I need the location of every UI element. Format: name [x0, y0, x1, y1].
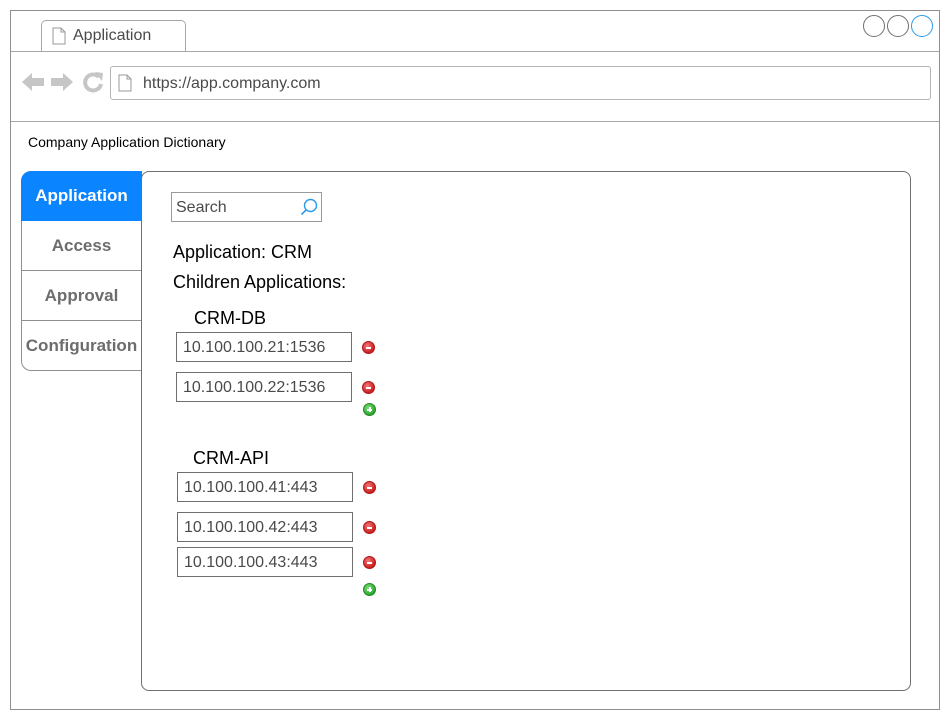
- endpoint-field[interactable]: 10.100.100.21:1536: [176, 332, 352, 362]
- page-icon: [52, 27, 66, 50]
- search-placeholder: Search: [176, 199, 227, 216]
- endpoint-field[interactable]: 10.100.100.42:443: [177, 512, 353, 542]
- search-input[interactable]: Search: [171, 192, 322, 222]
- tab-title: Application: [73, 27, 152, 44]
- endpoint-field[interactable]: 10.100.100.41:443: [177, 472, 353, 502]
- title-bar: Application: [11, 11, 939, 52]
- endpoint-value: 10.100.100.21:1536: [183, 339, 326, 356]
- tab-approval[interactable]: Approval: [21, 271, 142, 321]
- application-name: Application: CRM: [173, 242, 313, 262]
- window-button-minimize[interactable]: [863, 15, 885, 37]
- address-bar[interactable]: https://app.company.com: [110, 66, 931, 100]
- search-icon[interactable]: [300, 198, 318, 221]
- endpoint-field[interactable]: 10.100.100.43:443: [177, 547, 353, 577]
- remove-endpoint-icon[interactable]: [363, 481, 376, 494]
- tab-configuration[interactable]: Configuration: [21, 321, 142, 371]
- tab-access[interactable]: Access: [21, 221, 142, 271]
- window-controls: [861, 15, 939, 39]
- remove-endpoint-icon[interactable]: [362, 341, 375, 354]
- endpoint-value: 10.100.100.41:443: [184, 479, 318, 496]
- remove-endpoint-icon[interactable]: [362, 381, 375, 394]
- add-endpoint-icon[interactable]: [363, 583, 376, 596]
- add-endpoint-icon[interactable]: [363, 403, 376, 416]
- remove-endpoint-icon[interactable]: [363, 521, 376, 534]
- browser-window: Application https://app.company.com Comp…: [10, 10, 940, 710]
- tab-application[interactable]: Application: [21, 171, 142, 221]
- content-panel: Search Application: CRM Children Applica…: [141, 171, 911, 691]
- endpoint-value: 10.100.100.43:443: [184, 554, 318, 571]
- endpoint-field[interactable]: 10.100.100.22:1536: [176, 372, 352, 402]
- group-title-crm-api: CRM-API: [193, 448, 269, 468]
- vertical-tab-list: Application Access Approval Configuratio…: [21, 171, 142, 371]
- page-title: Company Application Dictionary: [28, 134, 226, 150]
- group-title-crm-db: CRM-DB: [194, 308, 266, 328]
- forward-arrow-icon[interactable]: [51, 72, 73, 97]
- browser-tab[interactable]: Application: [41, 20, 186, 51]
- endpoint-value: 10.100.100.42:443: [184, 519, 318, 536]
- page-icon: [118, 74, 132, 97]
- navigation-bar: https://app.company.com: [11, 52, 939, 122]
- reload-icon[interactable]: [82, 71, 104, 98]
- url-text: https://app.company.com: [143, 75, 321, 92]
- remove-endpoint-icon[interactable]: [363, 556, 376, 569]
- children-applications-label: Children Applications:: [173, 272, 347, 292]
- window-button-close[interactable]: [911, 15, 933, 37]
- back-arrow-icon[interactable]: [22, 72, 44, 97]
- window-button-maximize[interactable]: [887, 15, 909, 37]
- endpoint-value: 10.100.100.22:1536: [183, 379, 326, 396]
